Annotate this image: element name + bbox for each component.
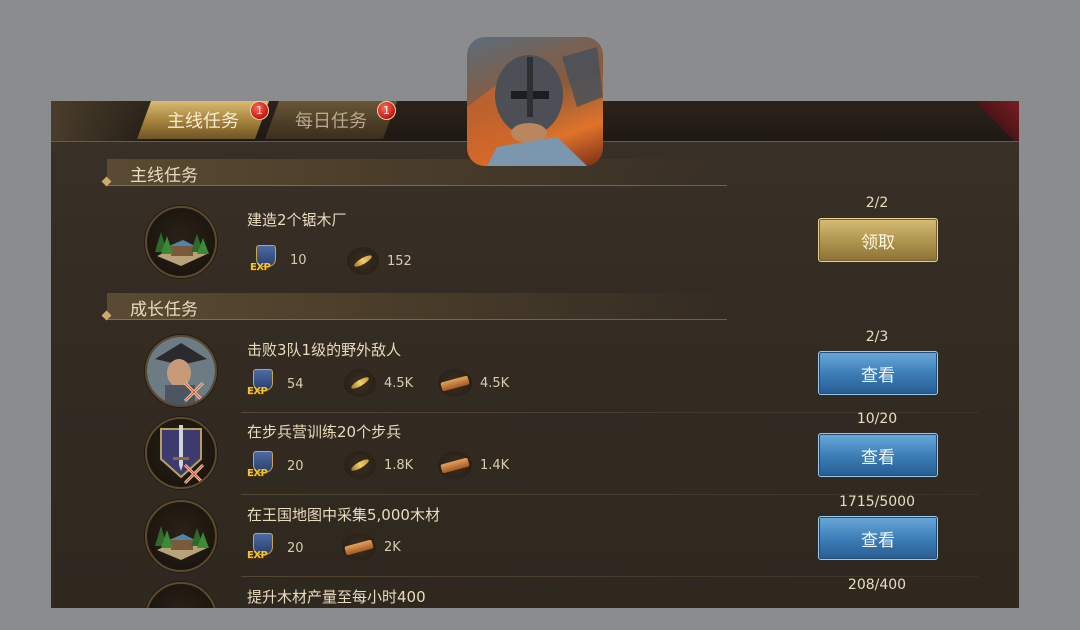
task-title: 建造2个锯木厂 (247, 211, 347, 229)
wood-icon (342, 533, 376, 561)
section-diamond-icon (101, 176, 112, 187)
ornament-right (979, 101, 1019, 141)
task-title: 提升木材产量至每小时400 (247, 588, 426, 606)
wood-icon (438, 451, 472, 479)
task-progress: 208/400 (847, 577, 907, 593)
game-app-icon[interactable] (467, 37, 603, 166)
task-row: 提升木材产量至每小时400 208/400 (51, 577, 1019, 608)
exp-icon: EXP (245, 533, 279, 563)
section-title-main: 主线任务 (130, 166, 198, 186)
section-header-main: 主线任务 (101, 159, 727, 187)
task-progress: 10/20 (856, 411, 898, 427)
tab-daily-quests-label: 每日任务 (295, 111, 367, 132)
sawmill-icon (145, 500, 217, 572)
section-header-growth: 成长任务 (101, 293, 727, 321)
infantry-icon (145, 417, 217, 489)
exp-icon: EXP (245, 369, 279, 399)
reward-food: 1.8K (344, 451, 413, 479)
wheat-icon (344, 451, 376, 479)
exp-icon: EXP (245, 451, 279, 481)
tab-main-quests[interactable]: 主线任务 (137, 101, 269, 139)
section-title-growth: 成长任务 (130, 300, 198, 320)
reward-food-value: 4.5K (384, 375, 414, 391)
task-progress: 2/2 (865, 195, 889, 211)
reward-exp: EXP 10 (248, 245, 307, 275)
task-row: 在步兵营训练20个步兵 EXP 20 1.8K 1.4K 10/20 查看 (51, 411, 1019, 495)
reward-exp: EXP 20 (245, 451, 304, 481)
wheat-icon (347, 247, 379, 275)
task-title: 在步兵营训练20个步兵 (247, 423, 402, 441)
claim-button[interactable]: 领取 (818, 218, 938, 262)
reward-exp-value: 54 (287, 376, 304, 392)
view-button[interactable]: 查看 (818, 516, 938, 560)
quest-panel: 主线任务 1 每日任务 1 主线任务 建造2个锯木厂 EXP 10 152 2/… (51, 101, 1019, 608)
reward-wood: 2K (342, 533, 401, 561)
reward-wood: 1.4K (438, 451, 509, 479)
section-diamond-icon (101, 310, 112, 321)
reward-food: 4.5K (344, 369, 413, 397)
wood-icon (438, 369, 472, 397)
reward-food: 152 (347, 247, 412, 275)
tab-main-quests-badge: 1 (250, 101, 269, 120)
task-progress: 1715/5000 (839, 494, 915, 510)
reward-exp: EXP 54 (245, 369, 304, 399)
wheat-icon (344, 369, 376, 397)
reward-wood: 4.5K (438, 369, 509, 397)
task-row: 建造2个锯木厂 EXP 10 152 2/2 领取 (51, 195, 1019, 279)
reward-exp: EXP 20 (245, 533, 304, 563)
reward-food-value: 1.8K (384, 457, 414, 473)
view-button[interactable]: 查看 (818, 433, 938, 477)
tab-daily-quests-badge: 1 (377, 101, 396, 120)
reward-exp-value: 10 (290, 252, 307, 268)
task-title: 击败3队1级的野外敌人 (247, 341, 402, 359)
reward-exp-value: 20 (287, 540, 304, 556)
pirate-captain-icon (145, 335, 217, 407)
task-row: 在王国地图中采集5,000木材 EXP 20 2K 1715/5000 查看 (51, 494, 1019, 577)
reward-wood-value: 1.4K (480, 457, 510, 473)
reward-wood-value: 4.5K (480, 375, 510, 391)
sawmill-icon (145, 206, 217, 278)
reward-wood-value: 2K (384, 539, 401, 555)
tab-main-quests-label: 主线任务 (167, 111, 239, 132)
task-progress: 2/3 (865, 329, 889, 345)
reward-food-value: 152 (387, 253, 412, 269)
reward-exp-value: 20 (287, 458, 304, 474)
exp-icon: EXP (248, 245, 282, 275)
task-title: 在王国地图中采集5,000木材 (247, 506, 440, 524)
view-button[interactable]: 查看 (818, 351, 938, 395)
task-row: 击败3队1级的野外敌人 EXP 54 4.5K 4.5K 2/3 查看 (51, 329, 1019, 413)
sawmill-icon (145, 582, 217, 608)
